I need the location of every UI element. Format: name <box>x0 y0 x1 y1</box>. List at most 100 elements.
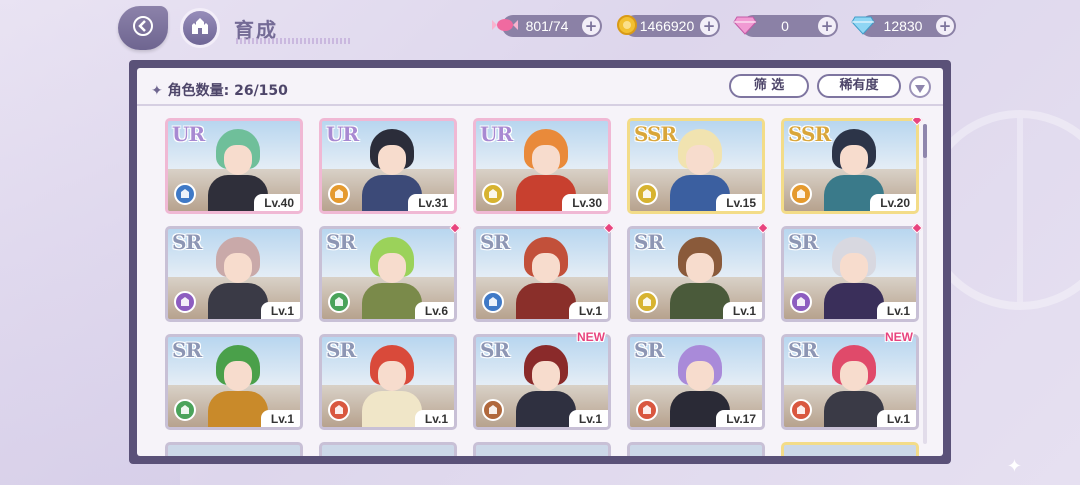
character-portrait <box>516 345 576 427</box>
attribute-icon <box>328 399 350 421</box>
castle-icon <box>190 17 210 39</box>
blue-diamond-icon <box>848 10 878 40</box>
character-card[interactable]: SSR Lv.15 <box>627 118 765 214</box>
level-label: Lv.31 <box>408 194 454 211</box>
character-face <box>224 253 252 283</box>
character-card[interactable]: SSR Lv.20 <box>781 118 919 214</box>
attribute-icon <box>174 291 196 313</box>
level-label: Lv.1 <box>722 302 762 319</box>
attribute-icon <box>636 291 658 313</box>
scrollbar-thumb[interactable] <box>923 124 927 158</box>
sort-order-button[interactable] <box>909 76 931 98</box>
level-label: Lv.1 <box>260 302 300 319</box>
currency-diamond: 12830 + <box>851 15 956 37</box>
character-portrait <box>516 237 576 319</box>
rarity-badge: SSR <box>634 122 677 146</box>
character-card[interactable]: SR Lv.1 <box>473 334 611 430</box>
character-card-partial[interactable] <box>165 442 303 456</box>
sparkle-icon: ✦ <box>151 83 168 99</box>
add-pink-gem-button[interactable]: + <box>818 17 836 35</box>
character-portrait <box>670 237 730 319</box>
character-outfit <box>516 283 576 319</box>
rarity-badge: SSR <box>788 122 831 146</box>
level-label: Lv.1 <box>876 302 916 319</box>
level-label: Lv.30 <box>562 194 608 211</box>
rarity-badge: SR <box>480 338 510 362</box>
attribute-icon <box>636 399 658 421</box>
rarity-badge: SR <box>480 230 510 254</box>
character-portrait <box>362 237 422 319</box>
character-card-partial[interactable] <box>319 442 457 456</box>
character-card[interactable]: SR Lv.1 <box>319 334 457 430</box>
character-card[interactable]: SR Lv.1 <box>165 226 303 322</box>
character-face <box>378 145 406 175</box>
level-label: Lv.20 <box>870 194 916 211</box>
rarity-sort-button[interactable]: 稀有度 <box>817 74 901 98</box>
pink-gem-icon <box>730 10 760 40</box>
scrollbar[interactable] <box>923 124 927 444</box>
character-outfit <box>516 391 576 427</box>
add-diamond-button[interactable]: + <box>936 17 954 35</box>
character-face <box>686 145 714 175</box>
character-outfit <box>362 283 422 319</box>
character-grid: UR Lv.40 UR Lv.31 UR Lv.30 SSR Lv.15 SSR… <box>165 118 935 456</box>
level-label: Lv.17 <box>716 410 762 427</box>
level-label: Lv.1 <box>568 410 608 427</box>
level-label: Lv.1 <box>414 410 454 427</box>
add-gold-button[interactable]: + <box>700 17 718 35</box>
add-candy-button[interactable]: + <box>582 17 600 35</box>
character-card-partial[interactable] <box>627 442 765 456</box>
title-decoration <box>236 38 351 44</box>
character-face <box>686 253 714 283</box>
sparkle-decoration-icon: ✦ <box>1006 456 1022 477</box>
home-button[interactable] <box>180 8 220 48</box>
attribute-icon <box>482 183 504 205</box>
character-face <box>840 361 868 391</box>
chevron-down-icon <box>915 78 925 97</box>
rarity-badge: SR <box>172 338 202 362</box>
rarity-badge: UR <box>326 122 359 146</box>
level-label: Lv.1 <box>260 410 300 427</box>
character-card[interactable]: SR Lv.1 <box>627 226 765 322</box>
attribute-icon <box>482 291 504 313</box>
character-card[interactable]: SR Lv.17 <box>627 334 765 430</box>
rarity-badge: UR <box>480 122 513 146</box>
character-face <box>840 145 868 175</box>
character-outfit <box>824 283 884 319</box>
level-label: Lv.40 <box>254 194 300 211</box>
back-button[interactable] <box>118 6 168 50</box>
rarity-badge: UR <box>172 122 205 146</box>
level-label: Lv.15 <box>716 194 762 211</box>
character-face <box>532 253 560 283</box>
attribute-icon <box>790 183 812 205</box>
character-card[interactable]: SR Lv.6 <box>319 226 457 322</box>
currency-pink-gem: 0 + <box>733 15 838 37</box>
rarity-badge: SR <box>788 230 818 254</box>
attribute-icon <box>636 183 658 205</box>
character-face <box>224 361 252 391</box>
character-portrait <box>362 345 422 427</box>
panel-header: ✦ 角色数量: 26/150 筛 选 稀有度 <box>137 68 943 106</box>
filter-button[interactable]: 筛 选 <box>729 74 809 98</box>
character-portrait <box>824 237 884 319</box>
character-card[interactable]: SR Lv.1 <box>165 334 303 430</box>
character-card[interactable]: SR Lv.1 <box>473 226 611 322</box>
character-card[interactable]: UR Lv.30 <box>473 118 611 214</box>
character-portrait <box>208 345 268 427</box>
character-card-partial[interactable] <box>781 442 919 456</box>
attribute-icon <box>790 291 812 313</box>
character-card[interactable]: SR Lv.1 <box>781 226 919 322</box>
character-face <box>378 361 406 391</box>
character-portrait <box>824 345 884 427</box>
level-label: Lv.1 <box>568 302 608 319</box>
back-arrow-icon <box>132 15 154 41</box>
rarity-badge: SR <box>326 338 356 362</box>
character-card-partial[interactable] <box>473 442 611 456</box>
character-card[interactable]: UR Lv.31 <box>319 118 457 214</box>
character-card[interactable]: UR Lv.40 <box>165 118 303 214</box>
rarity-badge: SR <box>634 230 664 254</box>
rarity-badge: SR <box>326 230 356 254</box>
character-face <box>532 361 560 391</box>
character-card[interactable]: SR Lv.1 <box>781 334 919 430</box>
character-face <box>532 145 560 175</box>
